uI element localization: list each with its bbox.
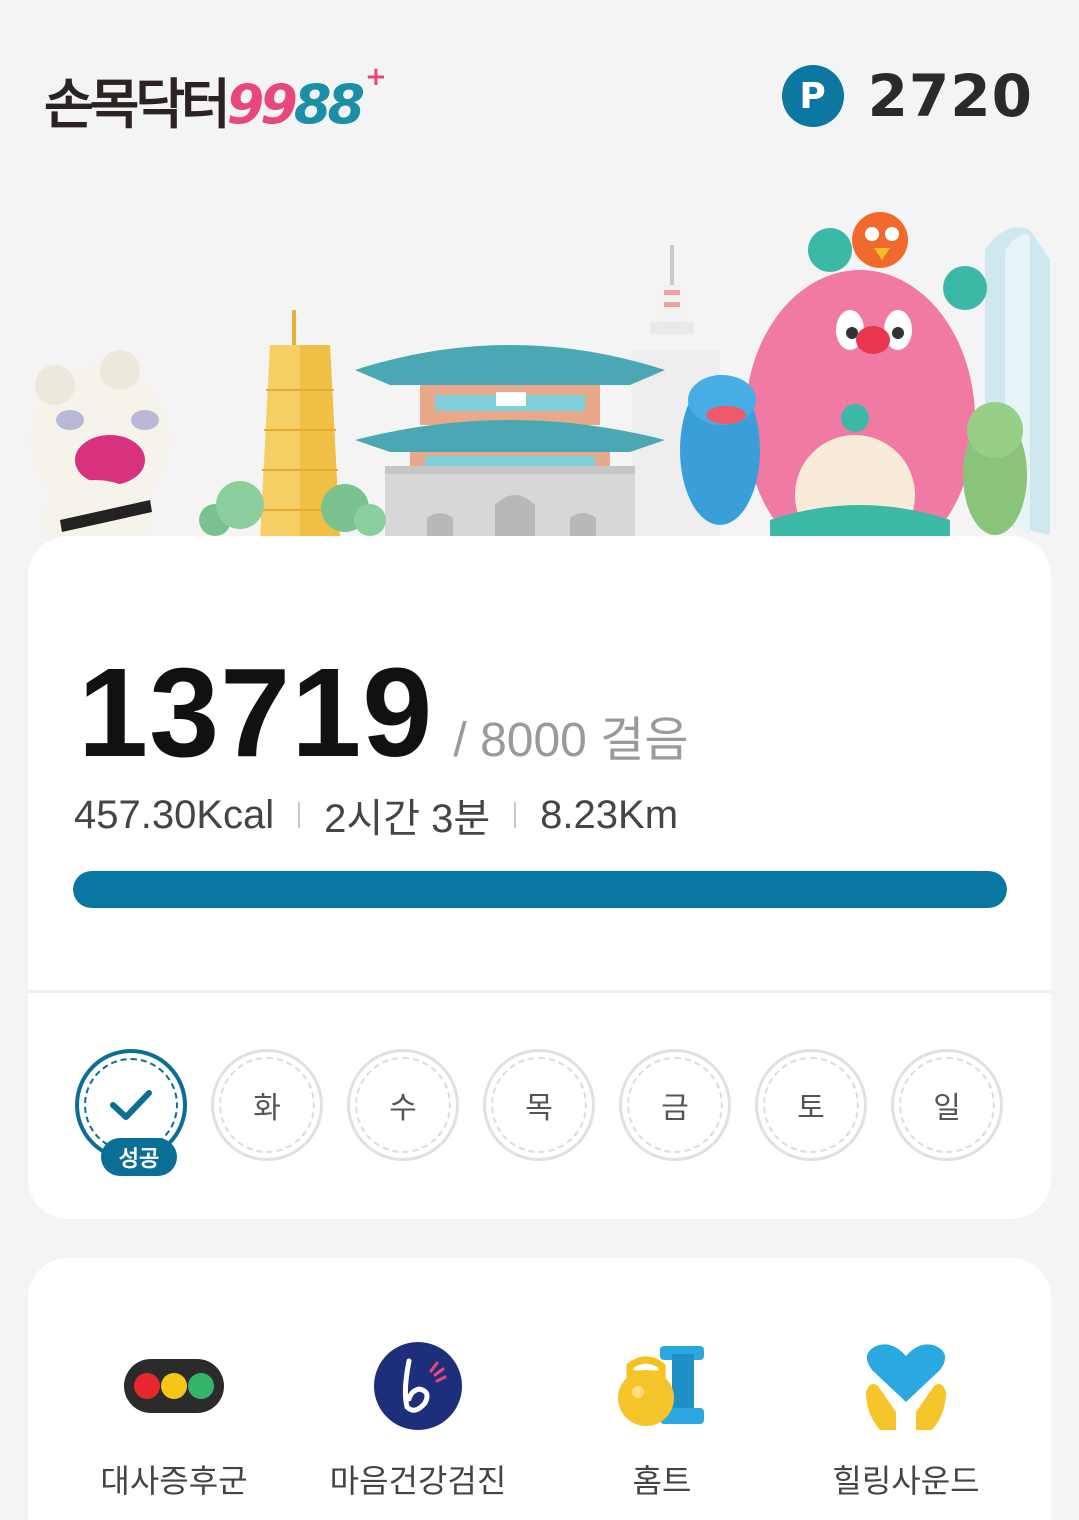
logo-number-2: 88 xyxy=(293,73,365,136)
check-icon xyxy=(110,1090,152,1120)
day-fri[interactable]: 금 xyxy=(619,1049,731,1161)
activity-stats: 457.30Kcal 2시간 3분 8.23Km xyxy=(74,786,678,844)
step-progress-fill xyxy=(73,871,1007,908)
traffic-light-icon xyxy=(119,1336,229,1436)
day-tue[interactable]: 화 xyxy=(211,1049,323,1161)
menu-label: 대사증후군 xyxy=(100,1462,248,1500)
menu-label: 힐링사운드 xyxy=(832,1462,980,1500)
card-divider xyxy=(28,990,1051,993)
banner-illustration xyxy=(30,212,1050,570)
day-mon-success[interactable]: 성공 xyxy=(75,1049,187,1176)
kettlebell-dumbbell-icon xyxy=(607,1336,717,1436)
logo-text: 손목닥터 xyxy=(44,73,231,136)
menu-home-training[interactable]: 홈트 xyxy=(562,1336,762,1502)
calories-value: 457.30Kcal xyxy=(74,792,275,837)
quick-menu-card: 대사증후군 마음건강검진 홈트 힐링사운드 xyxy=(28,1258,1051,1520)
day-wed[interactable]: 수 xyxy=(347,1049,459,1161)
current-steps: 13719 xyxy=(78,642,434,783)
goal-steps: / 8000 걸음 xyxy=(453,714,689,767)
stat-divider xyxy=(298,802,301,828)
home-screen: 손목닥터9988 + P 2720 13719 / 8000 걸음 457.30… xyxy=(0,0,1079,1520)
menu-label: 마음건강검진 xyxy=(329,1462,507,1500)
menu-label: 홈트 xyxy=(632,1462,692,1500)
step-count-row: 13719 / 8000 걸음 xyxy=(78,640,689,785)
day-label: 수 xyxy=(389,1091,417,1126)
menu-healing-sound[interactable]: 힐링사운드 xyxy=(806,1336,1006,1502)
stat-divider xyxy=(514,802,517,828)
day-thu[interactable]: 목 xyxy=(483,1049,595,1161)
day-label: 화 xyxy=(253,1091,281,1126)
success-badge: 성공 xyxy=(101,1138,177,1176)
day-label: 목 xyxy=(525,1091,553,1126)
step-summary-card[interactable]: 13719 / 8000 걸음 457.30Kcal 2시간 3분 8.23Km… xyxy=(28,536,1051,1219)
heart-hands-icon xyxy=(851,1336,961,1436)
duration-value: 2시간 3분 xyxy=(324,797,491,841)
day-label: 일 xyxy=(933,1091,961,1126)
city-characters-banner xyxy=(0,190,1079,590)
logo-plus: + xyxy=(365,62,387,92)
mind-b-icon xyxy=(363,1336,473,1436)
logo-number-1: 99 xyxy=(226,73,298,136)
day-label: 토 xyxy=(797,1091,825,1126)
points-value: 2720 xyxy=(867,62,1033,130)
distance-value: 8.23Km xyxy=(540,792,679,837)
day-sun[interactable]: 일 xyxy=(891,1049,1003,1161)
day-sat[interactable]: 토 xyxy=(755,1049,867,1161)
weekly-goal-tracker: 성공 화 수 목 금 토 일 xyxy=(75,1049,1005,1176)
points-icon: P xyxy=(781,65,844,127)
app-logo: 손목닥터9988 + xyxy=(44,60,387,139)
day-label: 금 xyxy=(661,1091,689,1126)
app-header: 손목닥터9988 + P 2720 xyxy=(0,0,1079,190)
step-progress-bar xyxy=(73,871,1007,908)
menu-mental-health-check[interactable]: 마음건강검진 xyxy=(318,1336,518,1502)
menu-metabolic-syndrome[interactable]: 대사증후군 xyxy=(74,1336,274,1502)
points-balance[interactable]: P 2720 xyxy=(781,62,1033,130)
